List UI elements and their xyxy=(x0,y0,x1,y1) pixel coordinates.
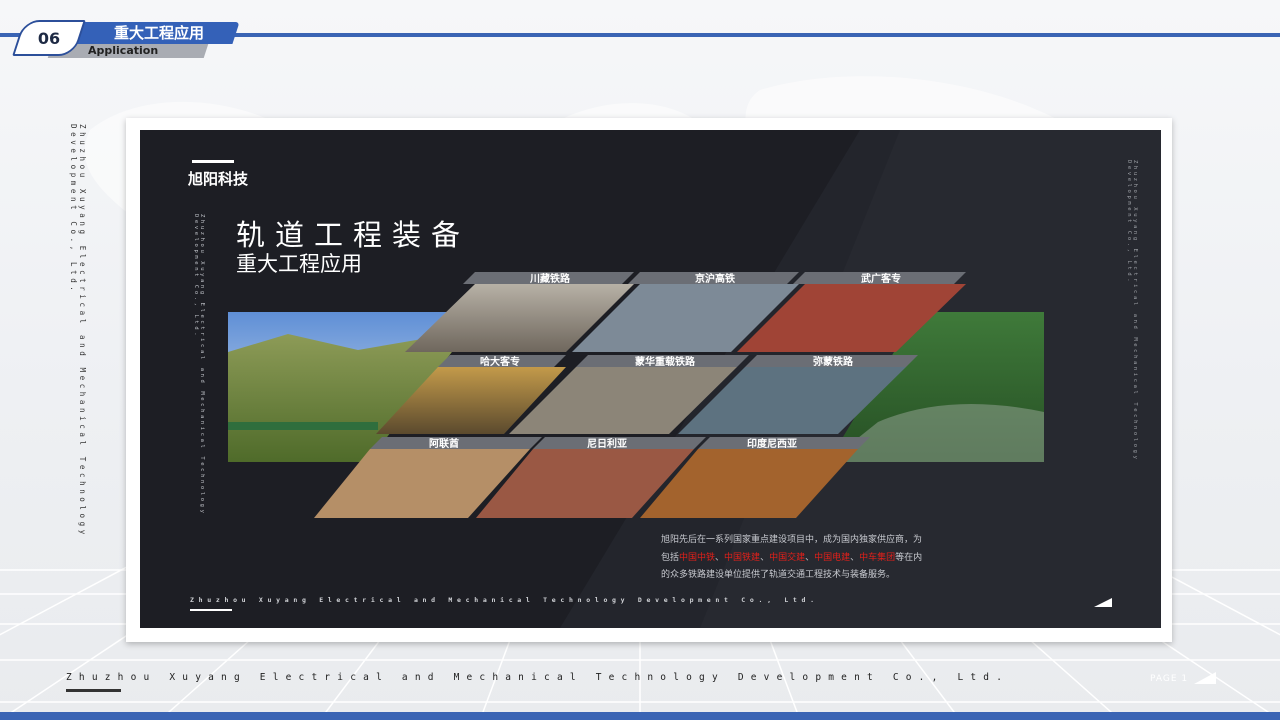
photo-label-hada: 哈大客专 xyxy=(480,355,520,368)
section-title: 重大工程应用 xyxy=(113,24,204,42)
section-subtitle: Application xyxy=(88,44,159,57)
photo-label-wuguang: 武广客专 xyxy=(861,272,901,285)
corner-triangle-icon xyxy=(1094,598,1112,607)
footer-company-text: Zhuzhou Xuyang Electrical and Mechanical… xyxy=(66,672,1010,683)
project-photo-collage: 川藏铁路 京沪高铁 武广客专 哈大客专 蒙华重载铁路 弥蒙铁路 阿联酋 尼日利亚… xyxy=(228,272,1044,518)
customer-2: 中国铁建 xyxy=(724,552,761,563)
section-number: 06 xyxy=(37,28,61,48)
photo-label-indonesia: 印度尼西亚 xyxy=(747,437,797,450)
bottom-rule xyxy=(0,712,1280,720)
page-corner-triangle-icon xyxy=(1194,672,1216,684)
customer-1: 中国中铁 xyxy=(679,552,716,563)
photo-label-uae: 阿联酋 xyxy=(429,437,459,450)
customer-5: 中车集团 xyxy=(859,552,896,563)
description-line-3: 的众多铁路建设单位提供了轨道交通工程技术与装备服务。 xyxy=(661,570,896,580)
description-line-1: 旭阳先后在一系列国家重点建设项目中，成为国内独家供应商，为 xyxy=(661,535,923,545)
photo-label-nigeria: 尼日利亚 xyxy=(587,437,627,450)
slide-vertical-text-left: Zhuzhou Xuyang Electrical and Mechanical… xyxy=(193,214,205,516)
photo-label-chuanzang: 川藏铁路 xyxy=(529,272,571,285)
photo-label-menghua: 蒙华重载铁路 xyxy=(635,355,696,368)
slide-vertical-text-right: Zhuzhou Xuyang Electrical and Mechanical… xyxy=(1126,160,1138,462)
customer-4: 中国电建 xyxy=(814,552,851,563)
slide-footer-text: Zhuzhou Xuyang Electrical and Mechanical… xyxy=(190,596,819,604)
brand-name: 旭阳科技 xyxy=(188,170,249,188)
slide-footer-bar xyxy=(190,609,232,611)
description-line-2: 包括中国中铁、中国铁建、中国交建、中国电建、中车集团等在内 xyxy=(661,552,923,563)
footer-bar xyxy=(66,689,121,692)
side-company-text: Zhuzhou Xuyang Electrical and Mechanical… xyxy=(69,124,87,538)
customer-3: 中国交建 xyxy=(769,552,806,563)
slide-image: 旭阳科技 Zhuzhou Xuyang Electrical and Mecha… xyxy=(140,130,1161,628)
brand-bar xyxy=(192,160,234,163)
photo-label-jinghu: 京沪高铁 xyxy=(695,272,735,285)
page-number: PAGE 1 xyxy=(1150,674,1189,684)
project-description: 旭阳先后在一系列国家重点建设项目中，成为国内独家供应商，为 包括中国中铁、中国铁… xyxy=(661,532,981,585)
photo-label-mimeng: 弥蒙铁路 xyxy=(813,355,854,368)
